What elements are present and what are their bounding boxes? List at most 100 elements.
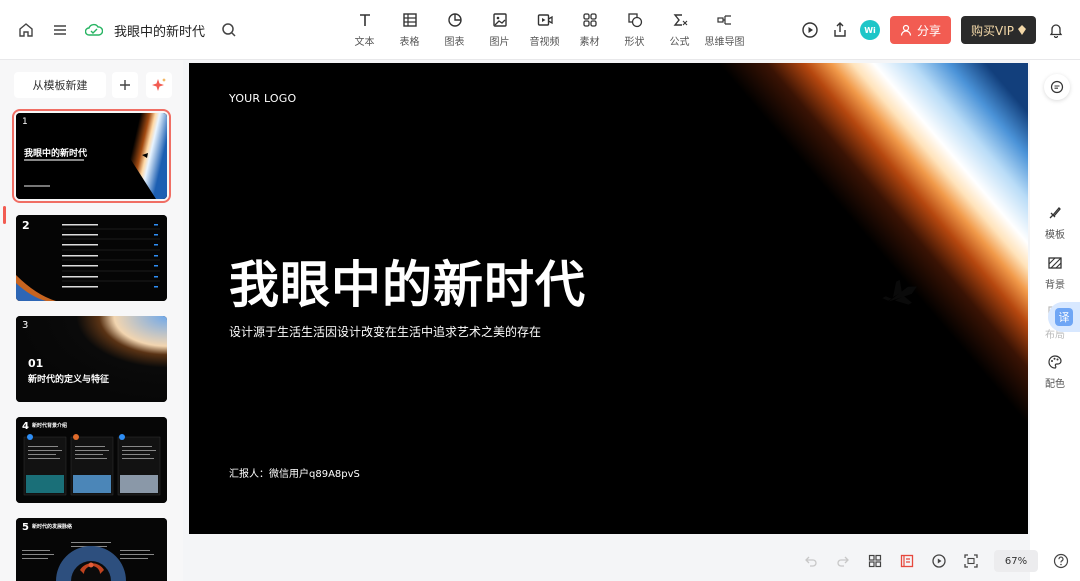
- material-icon: [580, 10, 600, 30]
- share-label: 分享: [916, 23, 941, 38]
- slide-reporter[interactable]: 汇报人：微信用户q89A8pvS: [229, 465, 360, 480]
- rail-palette[interactable]: 配色: [1030, 353, 1080, 390]
- slide-title: 新时代背景介绍: [32, 423, 68, 429]
- slide-number: 2: [22, 219, 30, 232]
- rail-label: 配色: [1045, 379, 1065, 390]
- slide-thumbnail[interactable]: 3 01 新时代的定义与特征: [16, 316, 167, 402]
- panel-header: 从模板新建: [14, 72, 172, 98]
- user-icon: [900, 24, 912, 36]
- rail-label: 模板: [1045, 230, 1065, 241]
- background-icon: [1046, 254, 1064, 272]
- template-icon: [1046, 204, 1064, 222]
- tool-label: 思维导图: [704, 37, 745, 48]
- slide-thumbnail[interactable]: 4 新时代背景介绍: [16, 417, 167, 503]
- tool-text[interactable]: 文本: [342, 10, 387, 48]
- present-icon[interactable]: [930, 552, 948, 570]
- comment-button[interactable]: [1044, 74, 1070, 100]
- share-button[interactable]: 分享: [889, 16, 951, 44]
- tool-material[interactable]: 素材: [567, 10, 612, 48]
- tool-label: 公式: [669, 37, 690, 48]
- avatar[interactable]: Wi: [859, 20, 880, 40]
- comment-icon: [1050, 80, 1064, 94]
- search-icon[interactable]: [219, 20, 239, 40]
- add-slide-button[interactable]: [112, 72, 138, 98]
- tool-media[interactable]: 音视频: [522, 10, 567, 48]
- slide-number: 3: [22, 320, 29, 331]
- translate-label: 译: [1055, 308, 1073, 326]
- toolbar-left: 我眼中的新时代: [16, 18, 239, 42]
- menu-icon[interactable]: [50, 20, 70, 40]
- top-toolbar: 我眼中的新时代 文本 表格 图表 图片 音视频 素材 形状 公式 思维导图 Wi…: [0, 0, 1080, 60]
- slide-subtitle[interactable]: 设计源于生活生活因设计改变在生活中追求艺术之美的存在: [229, 323, 541, 340]
- slide-canvas[interactable]: YOUR LOGO 我眼中的新时代 设计源于生活生活因设计改变在生活中追求艺术之…: [189, 63, 1028, 534]
- bottom-tools: 67%: [802, 550, 1070, 572]
- tool-label: 图片: [489, 37, 510, 48]
- ai-generate-button[interactable]: [146, 72, 172, 98]
- rail-label: 背景: [1045, 280, 1065, 291]
- grid-view-icon[interactable]: [866, 552, 884, 570]
- slide-title: 新时代的发展脉络: [32, 524, 73, 530]
- media-icon: [535, 10, 555, 30]
- tool-label: 表格: [399, 37, 420, 48]
- reporter-line: [24, 185, 50, 187]
- subtitle-line: [24, 159, 84, 161]
- slide-2-background: [16, 215, 167, 301]
- slide-main-title[interactable]: 我眼中的新时代: [229, 245, 586, 317]
- tool-formula[interactable]: 公式: [657, 10, 702, 48]
- bottom-status-bar: 67%: [189, 544, 1080, 581]
- diamond-icon: [1018, 25, 1026, 35]
- zoom-level[interactable]: 67%: [994, 550, 1038, 572]
- undo-icon[interactable]: [802, 552, 820, 570]
- slide-thumbnail[interactable]: 2: [16, 215, 167, 301]
- cloud-saved-icon: [84, 20, 104, 40]
- redo-icon[interactable]: [834, 552, 852, 570]
- slide-logo: YOUR LOGO: [229, 92, 297, 105]
- help-icon[interactable]: [1052, 552, 1070, 570]
- notification-bell-icon[interactable]: [1046, 20, 1066, 40]
- home-icon[interactable]: [16, 20, 36, 40]
- mindmap-icon: [715, 10, 735, 30]
- tool-table[interactable]: 表格: [387, 10, 432, 48]
- tool-label: 素材: [579, 37, 600, 48]
- slide-title: 我眼中的新时代: [24, 149, 88, 159]
- vip-label: 购买VIP: [971, 23, 1014, 38]
- tool-label: 音视频: [529, 37, 560, 48]
- tool-image[interactable]: 图片: [477, 10, 522, 48]
- shape-icon: [625, 10, 645, 30]
- slide-thumbnail[interactable]: 1 我眼中的新时代: [12, 109, 171, 203]
- new-from-template-button[interactable]: 从模板新建: [14, 72, 106, 98]
- selected-slide-indicator: [3, 206, 6, 224]
- palette-icon: [1046, 353, 1064, 371]
- tool-label: 形状: [624, 37, 645, 48]
- buy-vip-button[interactable]: 购买VIP: [961, 16, 1036, 44]
- image-icon: [490, 10, 510, 30]
- fit-screen-icon[interactable]: [962, 552, 980, 570]
- chart-icon: [445, 10, 465, 30]
- plus-icon: [120, 80, 130, 90]
- slide-number: 5: [22, 522, 29, 533]
- slide-thumbnail[interactable]: 5 新时代的发展脉络: [16, 518, 167, 581]
- slide-thumbnail-panel: 从模板新建 1 我眼中的新时代 2 3 01 新时代的定义与特征 4 新时代背景…: [0, 60, 183, 581]
- tool-mindmap[interactable]: 思维导图: [702, 10, 747, 48]
- slide-number: 4: [22, 421, 29, 432]
- slide-subtitle: 新时代的定义与特征: [28, 375, 110, 385]
- slide-4-background: [16, 417, 167, 503]
- rail-template[interactable]: 模板: [1030, 204, 1080, 241]
- play-icon[interactable]: [800, 20, 820, 40]
- table-icon: [400, 10, 420, 30]
- tool-shape[interactable]: 形状: [612, 10, 657, 48]
- slide-title: 01: [28, 357, 44, 370]
- translate-button[interactable]: 译: [1048, 302, 1080, 332]
- export-icon[interactable]: [830, 20, 850, 40]
- formula-icon: [670, 10, 690, 30]
- text-icon: [355, 10, 375, 30]
- sparkle-icon: [152, 78, 166, 91]
- rail-background[interactable]: 背景: [1030, 254, 1080, 291]
- tool-chart[interactable]: 图表: [432, 10, 477, 48]
- tool-label: 图表: [444, 37, 465, 48]
- insert-toolset: 文本 表格 图表 图片 音视频 素材 形状 公式 思维导图: [342, 10, 747, 48]
- slide-number: 1: [22, 117, 28, 127]
- normal-view-icon[interactable]: [898, 552, 916, 570]
- document-title[interactable]: 我眼中的新时代: [114, 21, 205, 40]
- toolbar-right: Wi 分享 购买VIP: [800, 16, 1066, 44]
